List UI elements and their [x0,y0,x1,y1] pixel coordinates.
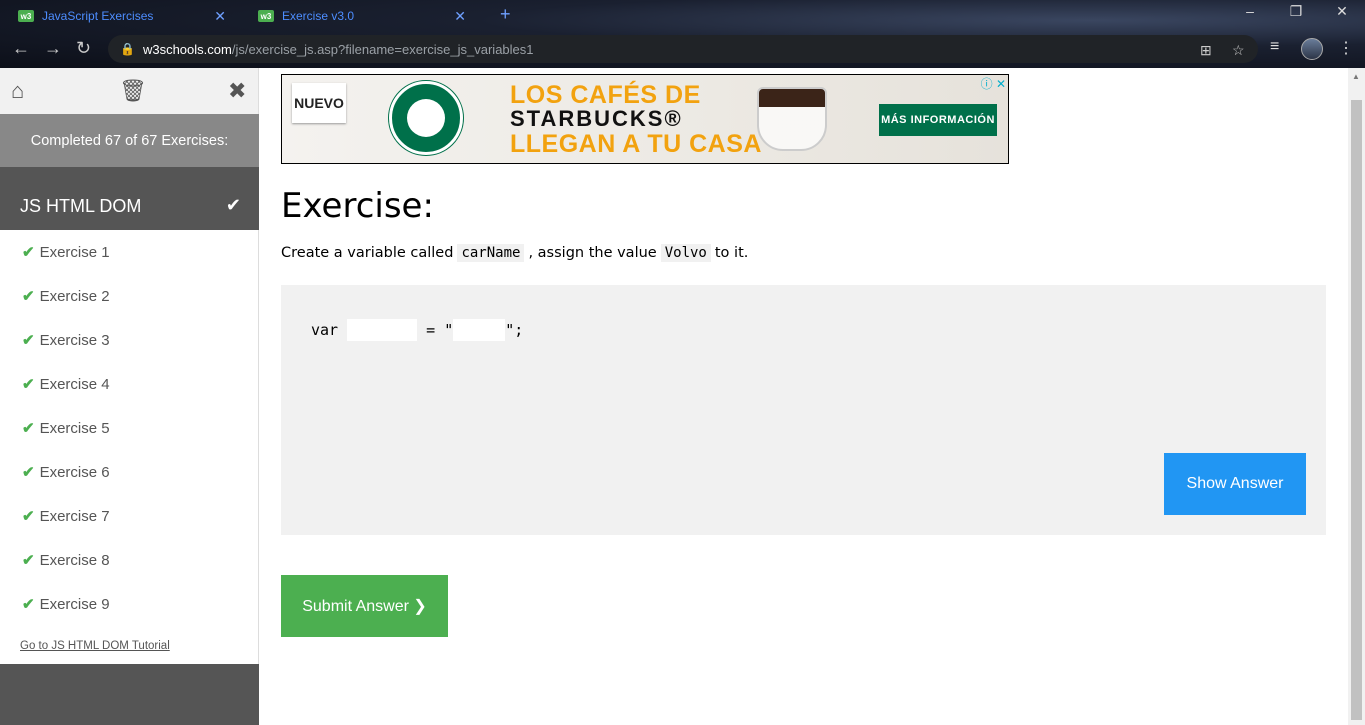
exercise-item-4[interactable]: ✔ Exercise 4 [0,362,258,406]
exercise-item-9[interactable]: ✔ Exercise 9 [0,582,258,626]
lock-icon: 🔒 [120,42,135,56]
variable-value-input[interactable] [453,319,506,341]
code-editor-box: var = " "; Show Answer [281,285,1326,535]
page-title: Exercise: [281,186,434,226]
exercise-label: Exercise 3 [39,331,110,349]
ad-choices-icon[interactable]: ⓘ ✕ [981,75,1006,92]
tab-label: Exercise v3.0 [282,9,355,23]
window-close-icon[interactable]: ✕ [1327,3,1357,20]
check-icon: ✔ [22,552,35,569]
page-scrollbar[interactable]: ▲ [1348,68,1365,725]
exercise-label: Exercise 2 [39,287,110,305]
home-icon[interactable]: ⌂ [11,78,24,104]
exercise-label: Exercise 4 [39,375,110,393]
check-icon: ✔ [22,420,35,437]
variable-name-input[interactable] [347,319,418,341]
submit-answer-button[interactable]: Submit Answer ❯ [281,575,448,637]
minimize-icon[interactable]: – [1235,3,1265,19]
url-path: /js/exercise_js.asp?filename=exercise_js… [231,41,534,57]
section-header-js-html-dom[interactable]: JS HTML DOM ✔ [0,183,259,230]
exercise-item-5[interactable]: ✔ Exercise 5 [0,406,258,450]
trash-icon[interactable]: 🗑 [119,78,147,104]
tutorial-link[interactable]: Go to JS HTML DOM Tutorial [20,640,170,652]
w3schools-favicon-icon: w3 [18,10,34,22]
forward-icon[interactable]: → [44,38,62,59]
ad-cta-button[interactable]: MÁS INFORMACIÓN [879,104,997,136]
check-icon: ✔ [225,195,241,215]
code-assign: = " [426,321,454,339]
exercise-item-7[interactable]: ✔ Exercise 7 [0,494,258,538]
tab-strip: w3 JavaScript Exercises ✕ w3 Exercise v3… [0,0,1365,30]
ad-headline-3: LLEGAN A TU CASA [510,130,762,158]
browser-chrome: w3 JavaScript Exercises ✕ w3 Exercise v3… [0,0,1365,68]
prompt-text: Create a variable called [281,245,454,261]
translate-icon[interactable]: ⊞ [1200,42,1212,59]
exercise-label: Exercise 6 [39,463,110,481]
tab-javascript-exercises[interactable]: w3 JavaScript Exercises ✕ [0,3,238,29]
code-line: var = " "; [311,319,523,341]
starbucks-logo-icon [389,81,463,155]
code-snippet-volvo: Volvo [660,244,711,262]
reload-icon[interactable]: ↻ [76,38,91,59]
completion-status: Completed 67 of 67 Exercises: [0,114,259,167]
w3schools-favicon-icon: w3 [258,10,274,22]
back-icon[interactable]: ← [12,38,30,59]
tab-exercise[interactable]: w3 Exercise v3.0 ✕ [240,3,478,29]
bookmark-star-icon[interactable]: ☆ [1232,42,1245,59]
check-icon: ✔ [22,508,35,525]
tab-close-icon[interactable]: ✕ [454,8,466,25]
menu-icon[interactable]: ⋮ [1338,38,1354,58]
code-snippet-carname: carName [457,244,525,262]
scroll-up-icon[interactable]: ▲ [1352,72,1360,81]
exercise-prompt: Create a variable called carName , assig… [281,244,748,262]
check-icon: ✔ [22,376,35,393]
code-keyword: var [311,321,339,339]
exercise-list: ✔ Exercise 1 ✔ Exercise 2 ✔ Exercise 3 ✔ Exe… [0,230,259,664]
url-host: w3schools.com [142,41,232,57]
exercise-label: Exercise 7 [39,507,110,525]
scrollbar-thumb[interactable] [1351,100,1362,720]
restore-icon[interactable]: ❐ [1281,3,1311,20]
main-content: NUEVO LOS CAFÉS DE STARBUCKS® LLEGAN A T… [259,68,1347,725]
coffee-cup-image [757,87,827,151]
tab-label: JavaScript Exercises [42,9,154,23]
check-icon: ✔ [22,464,35,481]
code-end: "; [505,321,524,339]
check-icon: ✔ [22,596,35,613]
prompt-text: , assign the value [528,245,657,261]
exercise-label: Exercise 9 [39,595,110,613]
check-icon: ✔ [22,288,35,305]
profile-avatar[interactable] [1301,38,1323,60]
sidebar-toolbar: ⌂ 🗑 ✖ [0,68,259,114]
check-icon: ✔ [22,244,35,261]
show-answer-button[interactable]: Show Answer [1164,453,1306,515]
advertisement-banner[interactable]: NUEVO LOS CAFÉS DE STARBUCKS® LLEGAN A T… [281,74,1009,164]
media-playlist-icon[interactable]: ≡ [1270,38,1279,56]
ad-headline-2: STARBUCKS® [510,106,683,131]
exercise-label: Exercise 5 [39,419,110,437]
address-bar[interactable]: 🔒 w3schools.com /js/exercise_js.asp?file… [108,35,1258,63]
exercise-item-6[interactable]: ✔ Exercise 6 [0,450,258,494]
tab-close-icon[interactable]: ✕ [214,8,226,25]
exercise-item-1[interactable]: ✔ Exercise 1 [0,230,258,274]
browser-toolbar: ← → ↻ 🔒 w3schools.com /js/exercise_js.as… [0,32,1365,68]
close-icon[interactable]: ✖ [228,78,246,104]
exercise-label: Exercise 8 [39,551,110,569]
exercise-item-3[interactable]: ✔ Exercise 3 [0,318,258,362]
exercise-label: Exercise 1 [39,243,110,261]
check-icon: ✔ [22,332,35,349]
exercise-item-2[interactable]: ✔ Exercise 2 [0,274,258,318]
exercise-item-8[interactable]: ✔ Exercise 8 [0,538,258,582]
exercise-sidebar: ⌂ 🗑 ✖ Completed 67 of 67 Exercises: JS H… [0,68,259,725]
new-tab-icon[interactable]: + [500,4,511,25]
prompt-text: to it. [714,245,749,261]
section-title: JS HTML DOM [20,196,142,216]
ad-badge: NUEVO [292,83,346,123]
